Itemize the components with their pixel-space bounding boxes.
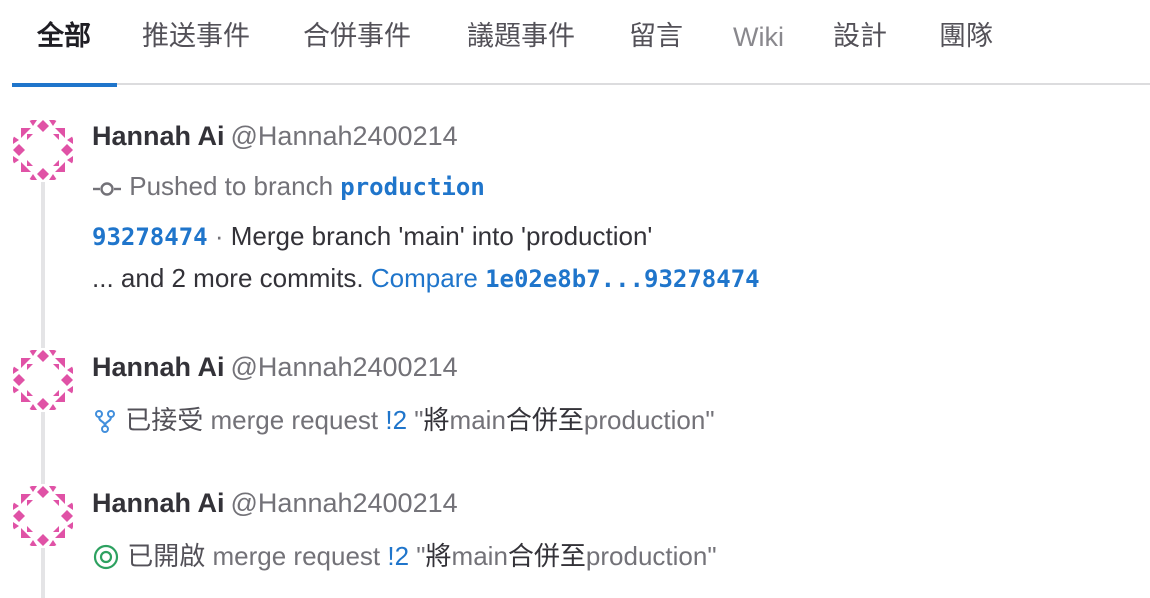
target-type: merge request: [210, 405, 379, 435]
tab-push-events[interactable]: 推送事件: [142, 0, 250, 85]
author-line: Hannah Ai @Hannah2400214: [92, 488, 458, 519]
compare-link[interactable]: Compare: [371, 263, 478, 293]
tab-merge-events[interactable]: 合併事件: [303, 0, 411, 85]
merge-request-title[interactable]: "將main合併至production": [416, 541, 716, 572]
author-handle: @Hannah2400214: [230, 488, 458, 518]
more-commits-line: ... and 2 more commits. Compare 1e02e8b7…: [92, 263, 760, 294]
tab-designs[interactable]: 設計: [833, 0, 887, 85]
avatar[interactable]: [11, 118, 75, 182]
author-line: Hannah Ai @Hannah2400214: [92, 352, 458, 383]
merge-request-ref-link[interactable]: !2: [387, 541, 409, 571]
separator: ·: [214, 221, 224, 251]
author-handle: @Hannah2400214: [230, 352, 458, 382]
push-action-text: Pushed to branch: [129, 171, 334, 201]
tab-team[interactable]: 團隊: [939, 0, 993, 85]
author-handle: @Hannah2400214: [230, 121, 458, 151]
target-type: merge request: [212, 541, 381, 571]
merge-action-line: 已接受 merge request !2 "將main合併至production…: [92, 400, 715, 438]
author-name[interactable]: Hannah Ai: [92, 488, 225, 518]
open-action-line: 已開啟 merge request !2 "將main合併至production…: [92, 536, 717, 574]
event-filter-tabs: 全部 推送事件 合併事件 議題事件 留言 Wiki 設計 團隊: [12, 0, 1150, 87]
more-commits-text: ... and 2 more commits.: [92, 263, 364, 293]
merge-request-icon: [92, 407, 118, 438]
commit-icon: [92, 173, 122, 204]
tab-wiki[interactable]: Wiki: [733, 0, 784, 85]
tab-comments[interactable]: 留言: [629, 0, 683, 85]
merge-request-ref-link[interactable]: !2: [385, 405, 407, 435]
commit-message: Merge branch 'main' into 'production': [230, 221, 653, 251]
avatar[interactable]: [11, 348, 75, 412]
open-action-text: 已開啟: [127, 542, 206, 572]
commit-sha-link[interactable]: 93278474: [92, 223, 208, 251]
merge-action-text: 已接受: [125, 406, 204, 436]
commit-line: 93278474 · Merge branch 'main' into 'pro…: [92, 221, 652, 252]
branch-link[interactable]: production: [340, 173, 485, 201]
tab-all[interactable]: 全部: [12, 0, 117, 87]
tab-issue-events[interactable]: 議題事件: [467, 0, 575, 85]
avatar[interactable]: [11, 484, 75, 548]
merge-request-title[interactable]: "將main合併至production": [414, 405, 714, 436]
author-name[interactable]: Hannah Ai: [92, 121, 225, 151]
push-action-line: Pushed to branch production: [92, 171, 485, 204]
issue-open-icon: [92, 543, 120, 574]
author-name[interactable]: Hannah Ai: [92, 352, 225, 382]
compare-range-link[interactable]: 1e02e8b7...93278474: [485, 265, 760, 293]
author-line: Hannah Ai @Hannah2400214: [92, 121, 458, 152]
